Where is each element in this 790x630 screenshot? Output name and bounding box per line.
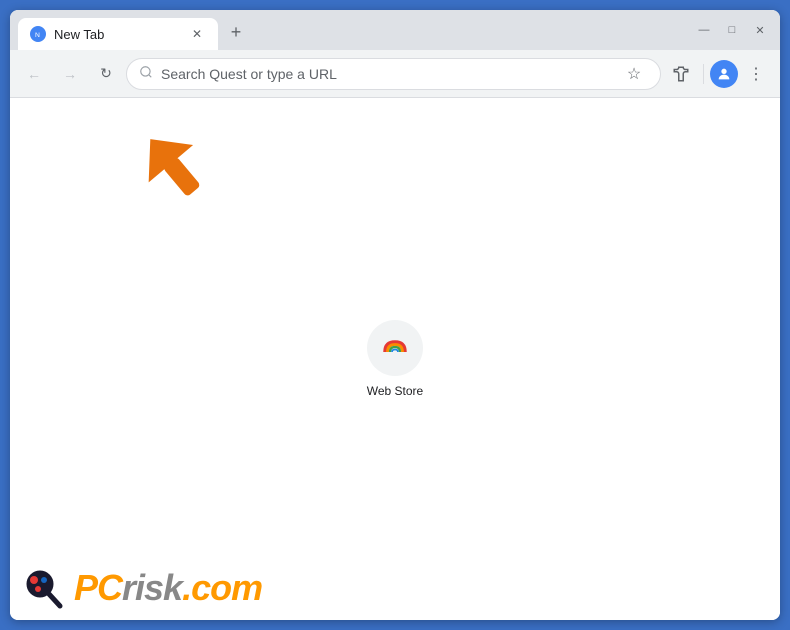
profile-button[interactable] xyxy=(710,60,738,88)
address-text: Search Quest or type a URL xyxy=(161,66,612,82)
browser-window: N New Tab ✕ + — □ ✕ ← → ↻ xyxy=(10,10,780,620)
bookmark-button[interactable]: ☆ xyxy=(620,60,648,88)
close-button[interactable]: ✕ xyxy=(748,18,772,42)
svg-text:N: N xyxy=(35,32,40,39)
minimize-button[interactable]: — xyxy=(692,18,716,42)
main-content: Web Store PCrisk.com xyxy=(10,98,780,620)
tab-close-button[interactable]: ✕ xyxy=(188,25,206,43)
web-store-label: Web Store xyxy=(367,384,423,398)
menu-button[interactable]: ⋮ xyxy=(740,58,772,90)
extensions-button[interactable] xyxy=(665,58,697,90)
shortcuts-area: Web Store xyxy=(367,320,423,398)
toolbar-actions: ⋮ xyxy=(665,58,772,90)
pcrisk-logo-icon xyxy=(22,564,70,612)
toolbar-divider xyxy=(703,64,704,84)
search-icon xyxy=(139,65,153,82)
address-bar[interactable]: Search Quest or type a URL ☆ xyxy=(126,58,661,90)
active-tab[interactable]: N New Tab ✕ xyxy=(18,18,218,50)
watermark: PCrisk.com xyxy=(10,556,274,620)
forward-button[interactable]: → xyxy=(54,58,86,90)
new-tab-button[interactable]: + xyxy=(222,18,250,46)
maximize-button[interactable]: □ xyxy=(720,18,744,42)
refresh-button[interactable]: ↻ xyxy=(90,58,122,90)
web-store-icon xyxy=(367,320,423,376)
tab-favicon: N xyxy=(30,26,46,42)
pcrisk-brand-text: PCrisk.com xyxy=(74,567,262,609)
pc-text: PC xyxy=(74,567,122,608)
title-bar: N New Tab ✕ + — □ ✕ xyxy=(10,10,780,50)
back-button[interactable]: ← xyxy=(18,58,50,90)
tab-title: New Tab xyxy=(54,27,180,42)
nav-bar: ← → ↻ Search Quest or type a URL ☆ xyxy=(10,50,780,98)
domain-text: .com xyxy=(182,567,262,608)
web-store-shortcut[interactable]: Web Store xyxy=(367,320,423,398)
window-controls: — □ ✕ xyxy=(692,18,772,42)
tab-strip: N New Tab ✕ + xyxy=(18,18,692,50)
risk-text: risk xyxy=(122,567,182,608)
